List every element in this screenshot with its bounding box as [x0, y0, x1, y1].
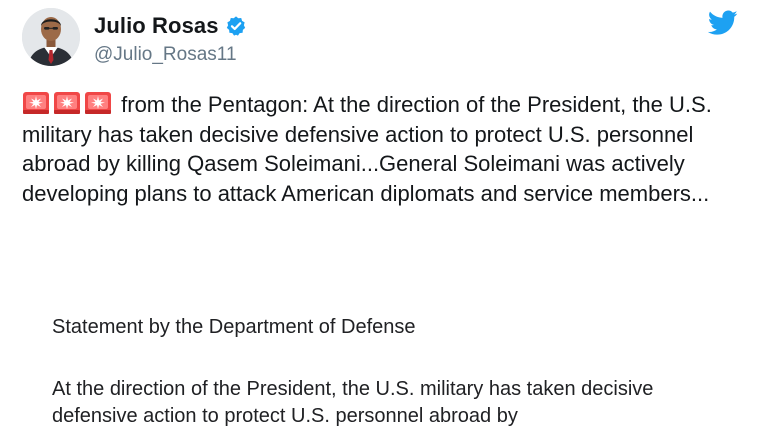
twitter-bird-icon[interactable]	[707, 10, 738, 36]
statement-image[interactable]: Statement by the Department of Defense A…	[52, 312, 742, 430]
tweet-text: from the Pentagon: At the direction of t…	[22, 90, 742, 208]
author-names: Julio Rosas @Julio_Rosas11	[94, 12, 247, 66]
tweet-body: from the Pentagon: At the direction of t…	[22, 92, 712, 206]
tweet-card: Julio Rosas @Julio_Rosas11 from the Pent…	[0, 0, 768, 432]
tweet-header: Julio Rosas @Julio_Rosas11	[22, 8, 746, 72]
display-name-row: Julio Rosas	[94, 12, 247, 40]
siren-icon	[22, 91, 50, 115]
statement-body: At the direction of the President, the U…	[52, 378, 654, 427]
avatar[interactable]	[22, 8, 80, 66]
display-name[interactable]: Julio Rosas	[94, 13, 219, 39]
siren-icon	[84, 91, 112, 115]
verified-badge-icon	[225, 15, 247, 37]
siren-icon	[53, 91, 81, 115]
user-handle[interactable]: @Julio_Rosas11	[94, 44, 247, 66]
statement-title: Statement by the Department of Defense	[52, 316, 416, 338]
